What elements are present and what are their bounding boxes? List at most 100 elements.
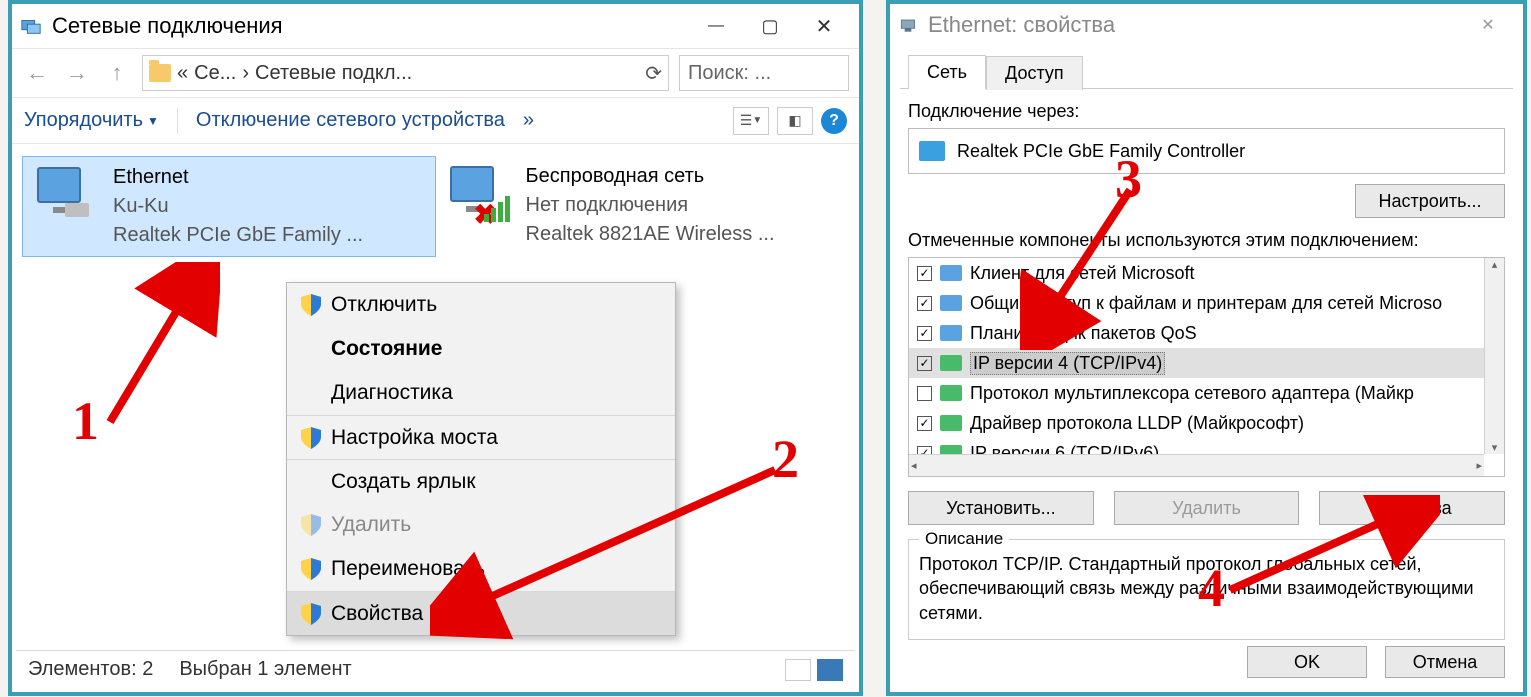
ok-button[interactable]: OK	[1247, 646, 1367, 678]
breadcrumb-seg-2[interactable]: Сетевые подкл...	[255, 62, 412, 85]
menu-label: Настройка моста	[331, 426, 498, 450]
menu-item-diagnostics[interactable]: Диагностика	[287, 371, 675, 415]
shield-icon	[301, 514, 321, 536]
checkbox[interactable]: ✓	[917, 356, 932, 371]
annotation-number-3: 3	[1115, 148, 1142, 210]
components-listbox[interactable]: ✓Клиент для сетей Microsoft✓Общий доступ…	[908, 257, 1505, 477]
component-label: Протокол мультиплексора сетевого адаптер…	[970, 383, 1414, 404]
refresh-icon[interactable]: ⟳	[645, 61, 662, 86]
organize-label: Упорядочить	[24, 109, 143, 132]
breadcrumb-seg-1[interactable]: Се...	[194, 62, 236, 85]
disable-device-button[interactable]: Отключение сетевого устройства	[196, 109, 505, 132]
toolbar-overflow[interactable]: »	[523, 109, 534, 132]
tab-access[interactable]: Доступ	[986, 56, 1083, 90]
titlebar: Сетевые подключения — ▢ ✕	[12, 4, 859, 48]
install-button[interactable]: Установить...	[908, 491, 1094, 525]
annotation-number-2: 2	[772, 428, 799, 490]
component-row[interactable]: ✓ IP версии 4 (TCP/IPv4)	[909, 348, 1504, 378]
checkbox[interactable]: ✓	[917, 266, 932, 281]
component-row[interactable]: ✓Планировщик пакетов QoS	[909, 318, 1504, 348]
connection-item-ethernet[interactable]: Ethernet Ku-Ku Realtek PCIe GbE Family .…	[22, 156, 436, 257]
dialog-buttons: OK Отмена	[1247, 646, 1505, 678]
ethernet-icon	[29, 163, 101, 227]
configure-button[interactable]: Настроить...	[1355, 184, 1505, 218]
annotation-arrow-4	[1220, 495, 1440, 605]
titlebar: Ethernet: свойства ✕	[890, 4, 1523, 46]
address-bar[interactable]: « Се... › Сетевые подкл... ⟳	[142, 55, 669, 91]
breadcrumb-sep: ›	[242, 62, 249, 85]
shield-icon	[301, 427, 321, 449]
adapter-name: Realtek PCIe GbE Family Controller	[957, 141, 1245, 162]
toolbar-separator	[177, 108, 178, 134]
connection-network: Нет подключения	[526, 191, 775, 220]
details-view-button[interactable]	[785, 659, 811, 681]
component-label: IP версии 4 (TCP/IPv4)	[970, 352, 1165, 375]
close-button[interactable]: ✕	[1461, 8, 1515, 42]
chevron-down-icon: ▼	[147, 114, 159, 128]
shield-icon	[301, 294, 321, 316]
menu-item-disable[interactable]: Отключить	[287, 283, 675, 327]
search-placeholder: Поиск: ...	[688, 62, 771, 85]
components-label: Отмеченные компоненты используются этим …	[908, 230, 1505, 251]
address-bar-row: ← → ↑ « Се... › Сетевые подкл... ⟳ Поиск…	[12, 48, 859, 98]
up-button[interactable]: ↑	[102, 58, 132, 88]
search-box[interactable]: Поиск: ...	[679, 55, 849, 91]
shield-icon	[301, 558, 321, 580]
connection-device: Realtek PCIe GbE Family ...	[113, 221, 363, 250]
dialog-title: Ethernet: свойства	[928, 12, 1461, 38]
component-icon	[940, 265, 962, 281]
cancel-button[interactable]: Отмена	[1385, 646, 1505, 678]
adapter-icon	[898, 15, 918, 35]
component-icon	[940, 355, 962, 371]
component-label: Драйвер протокола LLDP (Майкрософт)	[970, 413, 1304, 434]
preview-pane-button[interactable]: ◧	[777, 107, 813, 135]
status-selected-count: Выбран 1 элемент	[179, 658, 351, 681]
connection-name: Беспроводная сеть	[526, 162, 775, 191]
component-row[interactable]: ✓Общий доступ к файлам и принтерам для с…	[909, 288, 1504, 318]
maximize-button[interactable]: ▢	[743, 9, 797, 43]
menu-item-status[interactable]: Состояние	[287, 327, 675, 371]
shield-icon	[301, 603, 321, 625]
checkbox[interactable]: ✓	[917, 326, 932, 341]
adapter-field: Realtek PCIe GbE Family Controller	[908, 128, 1505, 174]
component-icon	[940, 415, 962, 431]
menu-label: Удалить	[331, 513, 411, 537]
component-row[interactable]: Протокол мультиплексора сетевого адаптер…	[909, 378, 1504, 408]
menu-label: Диагностика	[331, 381, 453, 405]
network-folder-icon	[20, 15, 42, 37]
horizontal-scrollbar[interactable]: ◂▸	[909, 454, 1484, 476]
component-row[interactable]: ✓ Драйвер протокола LLDP (Майкрософт)	[909, 408, 1504, 438]
connection-name: Ethernet	[113, 163, 363, 192]
close-button[interactable]: ✕	[797, 9, 851, 43]
tiles-view-button[interactable]	[817, 659, 843, 681]
annotation-arrow-2	[430, 460, 790, 640]
annotation-number-4: 4	[1198, 557, 1225, 619]
view-options-button[interactable]: ☰ ▼	[733, 107, 769, 135]
tab-strip: Сеть Доступ	[900, 50, 1513, 89]
help-button[interactable]: ?	[821, 108, 847, 134]
connect-using-label: Подключение через:	[908, 101, 1505, 122]
back-button[interactable]: ←	[22, 58, 52, 88]
connection-item-wifi[interactable]: ✖ Беспроводная сеть Нет подключения Real…	[436, 156, 850, 255]
menu-label: Состояние	[331, 337, 442, 361]
vertical-scrollbar[interactable]: ▴▾	[1484, 258, 1504, 454]
checkbox[interactable]: ✓	[917, 416, 932, 431]
minimize-button[interactable]: —	[689, 9, 743, 43]
tab-network[interactable]: Сеть	[908, 55, 986, 89]
checkbox[interactable]: ✓	[917, 296, 932, 311]
menu-label: Свойства	[331, 602, 423, 626]
component-icon	[940, 295, 962, 311]
status-bar: Элементов: 2 Выбран 1 элемент	[16, 650, 855, 688]
component-row[interactable]: ✓Клиент для сетей Microsoft	[909, 258, 1504, 288]
component-icon	[940, 325, 962, 341]
description-legend: Описание	[919, 529, 1009, 549]
status-element-count: Элементов: 2	[28, 658, 153, 681]
checkbox[interactable]	[917, 386, 932, 401]
forward-button[interactable]: →	[62, 58, 92, 88]
breadcrumb-quote: «	[177, 62, 188, 85]
organize-button[interactable]: Упорядочить ▼	[24, 109, 159, 132]
window-title: Сетевые подключения	[52, 13, 689, 39]
menu-item-bridge[interactable]: Настройка моста	[287, 415, 675, 459]
folder-icon	[149, 64, 171, 82]
annotation-number-1: 1	[72, 390, 99, 452]
